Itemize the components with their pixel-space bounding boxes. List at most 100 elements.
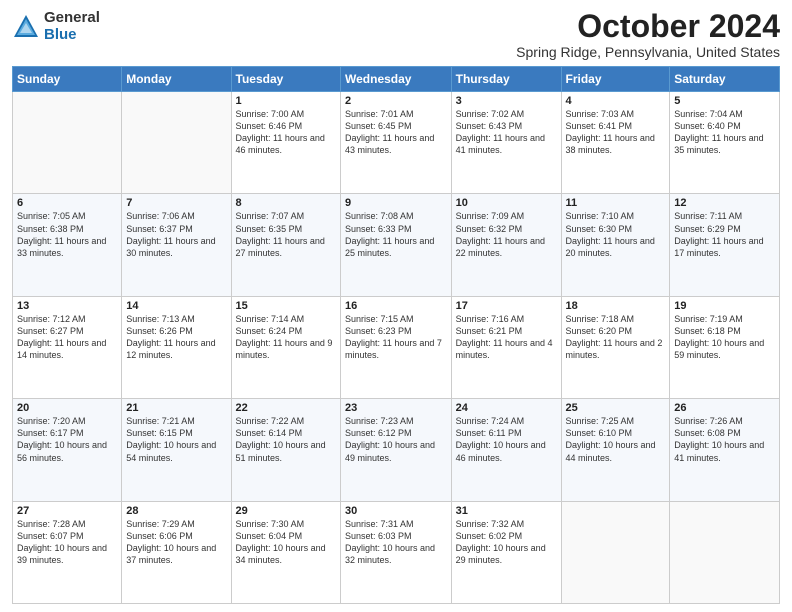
day-info: Sunrise: 7:32 AM Sunset: 6:02 PM Dayligh… (456, 518, 557, 567)
day-number: 10 (456, 197, 557, 209)
day-info: Sunrise: 7:16 AM Sunset: 6:21 PM Dayligh… (456, 313, 557, 362)
col-header-wednesday: Wednesday (341, 67, 452, 92)
calendar-cell (561, 501, 670, 603)
day-number: 6 (17, 197, 117, 209)
calendar-cell: 4Sunrise: 7:03 AM Sunset: 6:41 PM Daylig… (561, 92, 670, 194)
day-info: Sunrise: 7:06 AM Sunset: 6:37 PM Dayligh… (126, 210, 226, 259)
calendar-cell: 11Sunrise: 7:10 AM Sunset: 6:30 PM Dayli… (561, 194, 670, 296)
calendar-cell: 2Sunrise: 7:01 AM Sunset: 6:45 PM Daylig… (341, 92, 452, 194)
day-info: Sunrise: 7:18 AM Sunset: 6:20 PM Dayligh… (566, 313, 666, 362)
day-number: 17 (456, 300, 557, 312)
calendar-cell: 18Sunrise: 7:18 AM Sunset: 6:20 PM Dayli… (561, 296, 670, 398)
day-info: Sunrise: 7:31 AM Sunset: 6:03 PM Dayligh… (345, 518, 447, 567)
day-number: 11 (566, 197, 666, 209)
calendar-cell: 22Sunrise: 7:22 AM Sunset: 6:14 PM Dayli… (231, 399, 340, 501)
day-info: Sunrise: 7:23 AM Sunset: 6:12 PM Dayligh… (345, 415, 447, 464)
day-number: 29 (236, 505, 336, 517)
day-number: 8 (236, 197, 336, 209)
day-info: Sunrise: 7:22 AM Sunset: 6:14 PM Dayligh… (236, 415, 336, 464)
calendar-cell: 27Sunrise: 7:28 AM Sunset: 6:07 PM Dayli… (13, 501, 122, 603)
day-info: Sunrise: 7:09 AM Sunset: 6:32 PM Dayligh… (456, 210, 557, 259)
day-info: Sunrise: 7:07 AM Sunset: 6:35 PM Dayligh… (236, 210, 336, 259)
day-info: Sunrise: 7:29 AM Sunset: 6:06 PM Dayligh… (126, 518, 226, 567)
day-number: 18 (566, 300, 666, 312)
day-info: Sunrise: 7:28 AM Sunset: 6:07 PM Dayligh… (17, 518, 117, 567)
day-number: 16 (345, 300, 447, 312)
calendar-cell: 3Sunrise: 7:02 AM Sunset: 6:43 PM Daylig… (451, 92, 561, 194)
calendar-cell: 7Sunrise: 7:06 AM Sunset: 6:37 PM Daylig… (122, 194, 231, 296)
col-header-tuesday: Tuesday (231, 67, 340, 92)
calendar-row: 20Sunrise: 7:20 AM Sunset: 6:17 PM Dayli… (13, 399, 780, 501)
day-number: 24 (456, 402, 557, 414)
title-month: October 2024 (516, 10, 780, 42)
calendar-cell: 17Sunrise: 7:16 AM Sunset: 6:21 PM Dayli… (451, 296, 561, 398)
day-info: Sunrise: 7:03 AM Sunset: 6:41 PM Dayligh… (566, 108, 666, 157)
calendar-cell: 8Sunrise: 7:07 AM Sunset: 6:35 PM Daylig… (231, 194, 340, 296)
calendar-cell: 29Sunrise: 7:30 AM Sunset: 6:04 PM Dayli… (231, 501, 340, 603)
day-info: Sunrise: 7:12 AM Sunset: 6:27 PM Dayligh… (17, 313, 117, 362)
day-number: 2 (345, 95, 447, 107)
day-number: 13 (17, 300, 117, 312)
day-number: 21 (126, 402, 226, 414)
day-info: Sunrise: 7:14 AM Sunset: 6:24 PM Dayligh… (236, 313, 336, 362)
day-number: 9 (345, 197, 447, 209)
day-number: 5 (674, 95, 775, 107)
day-number: 30 (345, 505, 447, 517)
day-info: Sunrise: 7:24 AM Sunset: 6:11 PM Dayligh… (456, 415, 557, 464)
day-number: 19 (674, 300, 775, 312)
day-info: Sunrise: 7:11 AM Sunset: 6:29 PM Dayligh… (674, 210, 775, 259)
day-info: Sunrise: 7:00 AM Sunset: 6:46 PM Dayligh… (236, 108, 336, 157)
day-number: 4 (566, 95, 666, 107)
calendar-cell: 21Sunrise: 7:21 AM Sunset: 6:15 PM Dayli… (122, 399, 231, 501)
day-info: Sunrise: 7:13 AM Sunset: 6:26 PM Dayligh… (126, 313, 226, 362)
col-header-sunday: Sunday (13, 67, 122, 92)
calendar-cell (13, 92, 122, 194)
calendar-row: 13Sunrise: 7:12 AM Sunset: 6:27 PM Dayli… (13, 296, 780, 398)
day-info: Sunrise: 7:02 AM Sunset: 6:43 PM Dayligh… (456, 108, 557, 157)
day-info: Sunrise: 7:10 AM Sunset: 6:30 PM Dayligh… (566, 210, 666, 259)
calendar-cell: 12Sunrise: 7:11 AM Sunset: 6:29 PM Dayli… (670, 194, 780, 296)
day-info: Sunrise: 7:21 AM Sunset: 6:15 PM Dayligh… (126, 415, 226, 464)
col-header-friday: Friday (561, 67, 670, 92)
day-number: 25 (566, 402, 666, 414)
calendar-cell: 26Sunrise: 7:26 AM Sunset: 6:08 PM Dayli… (670, 399, 780, 501)
day-info: Sunrise: 7:05 AM Sunset: 6:38 PM Dayligh… (17, 210, 117, 259)
calendar-cell: 23Sunrise: 7:23 AM Sunset: 6:12 PM Dayli… (341, 399, 452, 501)
calendar-cell: 16Sunrise: 7:15 AM Sunset: 6:23 PM Dayli… (341, 296, 452, 398)
calendar-cell: 19Sunrise: 7:19 AM Sunset: 6:18 PM Dayli… (670, 296, 780, 398)
calendar-row: 27Sunrise: 7:28 AM Sunset: 6:07 PM Dayli… (13, 501, 780, 603)
logo-icon (12, 13, 40, 41)
header-row: SundayMondayTuesdayWednesdayThursdayFrid… (13, 67, 780, 92)
logo-general: General (44, 10, 100, 27)
day-info: Sunrise: 7:15 AM Sunset: 6:23 PM Dayligh… (345, 313, 447, 362)
calendar-cell (122, 92, 231, 194)
logo-text: General Blue (44, 10, 100, 43)
calendar-cell: 9Sunrise: 7:08 AM Sunset: 6:33 PM Daylig… (341, 194, 452, 296)
day-info: Sunrise: 7:20 AM Sunset: 6:17 PM Dayligh… (17, 415, 117, 464)
day-info: Sunrise: 7:04 AM Sunset: 6:40 PM Dayligh… (674, 108, 775, 157)
page: General Blue October 2024 Spring Ridge, … (0, 0, 792, 612)
day-info: Sunrise: 7:30 AM Sunset: 6:04 PM Dayligh… (236, 518, 336, 567)
logo-blue: Blue (44, 27, 100, 44)
title-block: October 2024 Spring Ridge, Pennsylvania,… (516, 10, 780, 60)
day-number: 22 (236, 402, 336, 414)
calendar-cell: 10Sunrise: 7:09 AM Sunset: 6:32 PM Dayli… (451, 194, 561, 296)
calendar-cell: 28Sunrise: 7:29 AM Sunset: 6:06 PM Dayli… (122, 501, 231, 603)
day-info: Sunrise: 7:01 AM Sunset: 6:45 PM Dayligh… (345, 108, 447, 157)
calendar-cell: 15Sunrise: 7:14 AM Sunset: 6:24 PM Dayli… (231, 296, 340, 398)
calendar-cell: 24Sunrise: 7:24 AM Sunset: 6:11 PM Dayli… (451, 399, 561, 501)
calendar-row: 6Sunrise: 7:05 AM Sunset: 6:38 PM Daylig… (13, 194, 780, 296)
calendar-cell: 5Sunrise: 7:04 AM Sunset: 6:40 PM Daylig… (670, 92, 780, 194)
calendar-cell: 30Sunrise: 7:31 AM Sunset: 6:03 PM Dayli… (341, 501, 452, 603)
col-header-thursday: Thursday (451, 67, 561, 92)
calendar-cell: 25Sunrise: 7:25 AM Sunset: 6:10 PM Dayli… (561, 399, 670, 501)
day-number: 27 (17, 505, 117, 517)
day-number: 7 (126, 197, 226, 209)
calendar-cell: 6Sunrise: 7:05 AM Sunset: 6:38 PM Daylig… (13, 194, 122, 296)
day-number: 12 (674, 197, 775, 209)
day-info: Sunrise: 7:19 AM Sunset: 6:18 PM Dayligh… (674, 313, 775, 362)
calendar-cell: 1Sunrise: 7:00 AM Sunset: 6:46 PM Daylig… (231, 92, 340, 194)
day-number: 1 (236, 95, 336, 107)
header: General Blue October 2024 Spring Ridge, … (12, 10, 780, 60)
calendar-cell: 31Sunrise: 7:32 AM Sunset: 6:02 PM Dayli… (451, 501, 561, 603)
